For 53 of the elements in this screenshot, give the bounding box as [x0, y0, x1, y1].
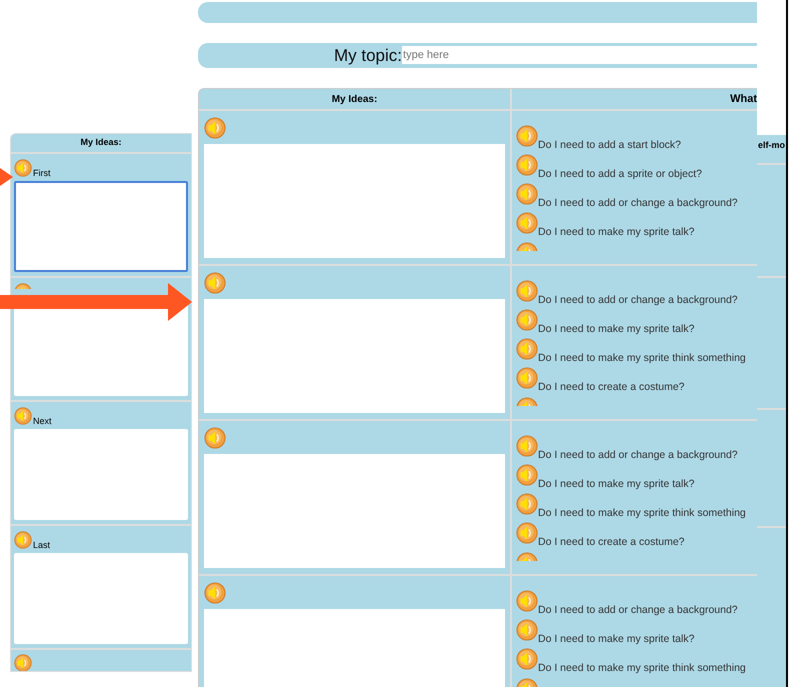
speaker-icon[interactable]: [516, 183, 538, 205]
question-text: Do I need to add a sprite or object?: [538, 167, 702, 182]
column-header: My Ideas:: [332, 92, 378, 106]
speaker-icon[interactable]: [204, 272, 226, 294]
section-label: Last: [33, 538, 50, 552]
speaker-icon[interactable]: [516, 367, 538, 389]
question-text: Do I need to create a costume?: [538, 380, 685, 396]
section-label: First: [33, 166, 50, 180]
speaker-icon[interactable]: [516, 619, 538, 641]
idea-field[interactable]: [204, 144, 505, 258]
topic-label: My topic:: [334, 44, 402, 67]
question-text: Do I need to add or change a background?: [538, 196, 738, 212]
speaker-icon[interactable]: [516, 590, 538, 612]
speaker-icon[interactable]: [516, 435, 538, 457]
column-header: What: [730, 92, 757, 107]
speaker-icon[interactable]: [14, 159, 32, 177]
speaker-icon[interactable]: [516, 125, 538, 147]
question-text: Do I need to make my sprite think something: [538, 661, 746, 676]
speaker-icon[interactable]: [14, 407, 32, 425]
question-text: Do I need to add or change a background?: [538, 293, 738, 308]
topic-field[interactable]: type here: [402, 46, 757, 64]
speaker-icon[interactable]: [516, 212, 538, 234]
question-text: Do I need to add or change a background?: [538, 448, 738, 464]
speaker-icon[interactable]: [204, 582, 226, 604]
question-text: Do I need to make my sprite think something: [538, 506, 746, 522]
question-text: Do I need to add or change a background?: [538, 603, 738, 618]
idea-field[interactable]: [204, 454, 505, 568]
speaker-icon[interactable]: [516, 154, 538, 176]
arrow-icon: [0, 283, 192, 321]
speaker-icon[interactable]: [516, 338, 538, 360]
speaker-icon[interactable]: [516, 493, 538, 515]
speaker-icon[interactable]: [516, 280, 538, 302]
question-text: Do I need to make my sprite think something: [538, 351, 746, 366]
speaker-icon[interactable]: [14, 654, 32, 671]
column-header: elf-mo: [758, 139, 786, 152]
speaker-icon[interactable]: [516, 309, 538, 331]
speaker-icon[interactable]: [204, 427, 226, 449]
question-text: Do I need to make my sprite talk?: [538, 477, 694, 492]
question-text: Do I need to make my sprite talk?: [538, 632, 694, 648]
section-label: Next: [33, 414, 52, 428]
question-text: Do I need to make my sprite talk?: [538, 225, 694, 240]
arrow-icon: [0, 168, 13, 186]
speaker-icon[interactable]: [516, 648, 538, 670]
speaker-icon[interactable]: [14, 531, 32, 549]
column-header: My Ideas:: [80, 136, 122, 150]
question-text: Do I need to create a costume?: [538, 535, 685, 550]
idea-field[interactable]: [14, 181, 188, 272]
idea-field[interactable]: [204, 299, 505, 413]
question-text: Do I need to make my sprite talk?: [538, 322, 694, 338]
speaker-icon[interactable]: [516, 464, 538, 486]
speaker-icon[interactable]: [204, 117, 226, 139]
speaker-icon[interactable]: [516, 522, 538, 544]
question-text: Do I need to add a start block?: [538, 138, 682, 154]
